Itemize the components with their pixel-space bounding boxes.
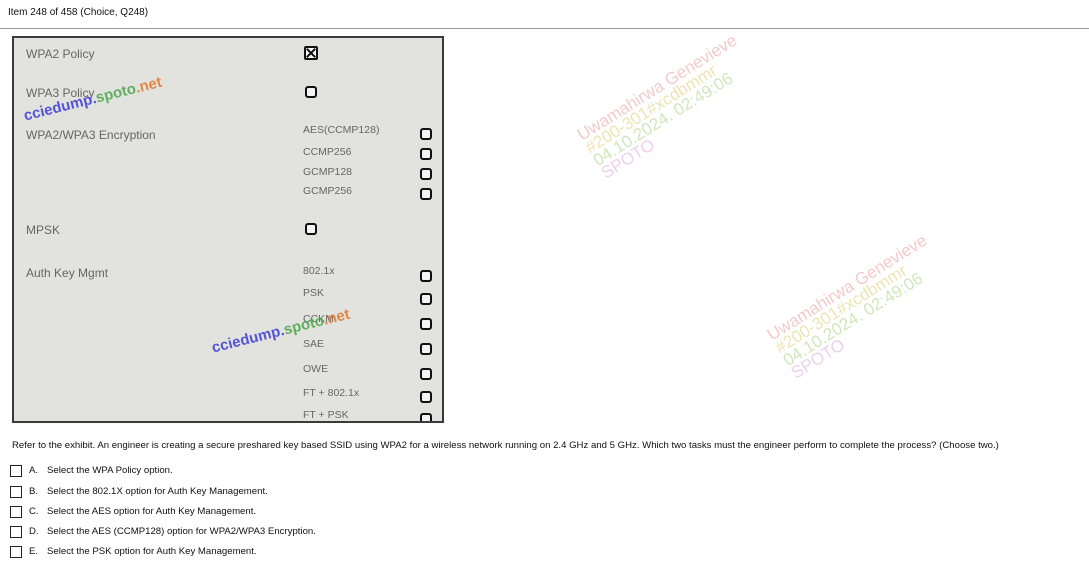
akm-option-sae: SAE — [303, 338, 325, 350]
answer-c-checkbox[interactable] — [10, 506, 22, 518]
answer-d[interactable]: D. Select the AES (CCMP128) option for W… — [10, 525, 340, 539]
watermark-brand: SPOTO — [787, 335, 849, 383]
watermark-date: 04.10.2024. 02:49:06 — [589, 68, 737, 170]
watermark-block: Uwamahirwa Genevieve #200-301#xcdbmmr 04… — [573, 30, 763, 183]
watermark-code: #200-301#xcdbmmr — [581, 60, 721, 158]
encryption-ccmp256-checkbox[interactable] — [420, 148, 432, 160]
answer-b-checkbox[interactable] — [10, 486, 22, 498]
answer-e-letter: E. — [29, 546, 39, 557]
answer-e-checkbox[interactable] — [10, 546, 22, 558]
akm-label: Auth Key Mgmt — [26, 266, 109, 280]
answer-e-text: Select the PSK option for Auth Key Manag… — [47, 546, 257, 557]
encryption-gcmp256-checkbox[interactable] — [420, 188, 432, 200]
encryption-aes-checkbox[interactable] — [420, 128, 432, 140]
question-text: Refer to the exhibit. An engineer is cre… — [12, 440, 999, 451]
answer-a-text: Select the WPA Policy option. — [47, 465, 173, 476]
answer-a-letter: A. — [29, 465, 39, 476]
wpa3-policy-label: WPA3 Policy — [26, 86, 95, 100]
mpsk-label: MPSK — [26, 223, 61, 237]
akm-option-owe: OWE — [303, 363, 329, 375]
answer-a[interactable]: A. Select the WPA Policy option. — [10, 464, 340, 478]
watermark-block: Uwamahirwa Genevieve #200-301#xcdbmmr 04… — [763, 230, 953, 383]
answer-a-checkbox[interactable] — [10, 465, 22, 477]
encryption-option-gcmp128: GCMP128 — [303, 166, 353, 178]
watermark-date: 04.10.2024. 02:49:06 — [779, 268, 927, 370]
akm-cckm-checkbox[interactable] — [420, 318, 432, 330]
akm-option-cckm: CCKM — [303, 313, 334, 325]
wpa2-policy-checkbox[interactable] — [304, 46, 318, 60]
akm-sae-checkbox[interactable] — [420, 343, 432, 355]
akm-8021x-checkbox[interactable] — [420, 270, 432, 282]
watermark-code: #200-301#xcdbmmr — [771, 260, 911, 358]
wpa2-policy-label: WPA2 Policy — [26, 47, 95, 61]
answer-e[interactable]: E. Select the PSK option for Auth Key Ma… — [10, 545, 340, 559]
akm-psk-checkbox[interactable] — [420, 293, 432, 305]
watermark-brand: SPOTO — [597, 135, 659, 183]
answer-b[interactable]: B. Select the 802.1X option for Auth Key… — [10, 485, 340, 499]
watermark-name: Uwamahirwa Genevieve — [763, 230, 931, 345]
akm-owe-checkbox[interactable] — [420, 368, 432, 380]
header-divider — [0, 28, 1089, 29]
answer-d-text: Select the AES (CCMP128) option for WPA2… — [47, 526, 316, 537]
answer-d-letter: D. — [29, 526, 39, 537]
answer-d-checkbox[interactable] — [10, 526, 22, 538]
akm-option-psk: PSK — [303, 287, 325, 299]
answer-b-letter: B. — [29, 486, 39, 497]
wpa3-policy-checkbox[interactable] — [305, 86, 317, 98]
akm-ft-psk-checkbox[interactable] — [420, 413, 432, 421]
exhibit-panel: WPA2 Policy WPA3 Policy WPA2/WPA3 Encryp… — [12, 36, 444, 423]
encryption-label: WPA2/WPA3 Encryption — [26, 128, 156, 142]
answer-c[interactable]: C. Select the AES option for Auth Key Ma… — [10, 505, 340, 519]
answer-b-text: Select the 802.1X option for Auth Key Ma… — [47, 486, 268, 497]
encryption-option-gcmp256: GCMP256 — [303, 185, 353, 197]
akm-option-ft-psk: FT + PSK — [303, 409, 349, 421]
akm-option-8021x: 802.1x — [303, 265, 335, 277]
answer-c-text: Select the AES option for Auth Key Manag… — [47, 506, 257, 517]
mpsk-checkbox[interactable] — [305, 223, 317, 235]
encryption-option-ccmp256: CCMP256 — [303, 146, 352, 158]
answer-c-letter: C. — [29, 506, 39, 517]
encryption-option-aes: AES(CCMP128) — [303, 124, 380, 136]
akm-ft-8021x-checkbox[interactable] — [420, 391, 432, 403]
item-header: Item 248 of 458 (Choice, Q248) — [8, 7, 149, 18]
akm-option-ft-8021x: FT + 802.1x — [303, 387, 360, 399]
watermark-name: Uwamahirwa Genevieve — [573, 30, 741, 145]
encryption-gcmp128-checkbox[interactable] — [420, 168, 432, 180]
